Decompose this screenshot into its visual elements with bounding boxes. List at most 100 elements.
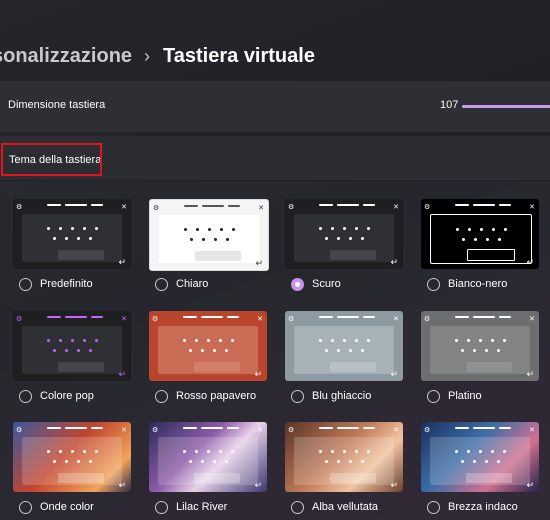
gear-icon: ⚙ [288, 316, 295, 323]
preview-key-dot [82, 450, 86, 453]
preview-spacebar [466, 473, 512, 483]
preview-key-dot [354, 450, 358, 453]
preview-key-dot [336, 460, 340, 463]
theme-option[interactable]: Scuro [291, 275, 341, 293]
gear-icon: ⚙ [424, 427, 431, 434]
close-icon: ✕ [257, 316, 263, 323]
preview-bar-segment [319, 204, 333, 206]
theme-name: Onde color [40, 501, 94, 513]
preview-key-dot [64, 349, 68, 352]
theme-preview-onde-color[interactable]: ⚙ ✕ ↵ [13, 422, 131, 492]
preview-key-dot [46, 227, 50, 230]
enter-icon: ↵ [526, 257, 534, 267]
radio-button[interactable] [291, 389, 304, 403]
preview-bar-segment [202, 205, 224, 207]
theme-name: Brezza indaco [448, 501, 518, 513]
close-icon: ✕ [121, 204, 127, 211]
preview-key-dot [336, 349, 340, 352]
close-icon: ✕ [121, 316, 127, 323]
theme-option[interactable]: Chiaro [155, 275, 208, 293]
preview-key-dot [183, 228, 187, 231]
radio-button[interactable] [155, 389, 168, 403]
preview-spacebar [58, 250, 104, 260]
preview-key-dot [497, 238, 501, 241]
radio-button[interactable] [155, 277, 168, 291]
preview-bar-segment [499, 427, 511, 429]
enter-icon: ↵ [526, 369, 534, 379]
preview-key-dot [182, 339, 186, 342]
preview-key-dot [478, 450, 482, 453]
preview-key-dot [496, 460, 500, 463]
preview-titlebar: ⚙ ✕ [149, 427, 267, 434]
theme-option[interactable]: Brezza indaco [427, 498, 518, 516]
radio-button[interactable] [155, 500, 168, 514]
theme-name: Blu ghiaccio [312, 390, 372, 402]
theme-option[interactable]: Rosso papavero [155, 387, 256, 405]
theme-option[interactable]: Onde color [19, 498, 94, 516]
preview-key-dot [354, 227, 358, 230]
breadcrumb: sonalizzazione › Tastiera virtuale [0, 40, 315, 72]
theme-preview-predefinito[interactable]: ⚙ ✕ ↵ [13, 199, 131, 269]
preview-key-dot [485, 238, 489, 241]
breadcrumb-parent[interactable]: sonalizzazione [0, 45, 132, 68]
preview-keypad [294, 214, 394, 262]
theme-name: Lilac River [176, 501, 228, 513]
theme-preview-blu-ghiaccio[interactable]: ⚙ ✕ ↵ [285, 311, 403, 381]
theme-option[interactable]: Blu ghiaccio [291, 387, 371, 405]
preview-key-dot [342, 227, 346, 230]
theme-preview-rosso-papavero[interactable]: ⚙ ✕ ↵ [149, 311, 267, 381]
theme-preview-bianco-nero[interactable]: ⚙ ✕ ↵ [421, 199, 539, 269]
preview-bar-segment [47, 427, 61, 429]
theme-preview-platino[interactable]: ⚙ ✕ ↵ [421, 311, 539, 381]
theme-option[interactable]: Platino [427, 387, 482, 405]
gear-icon: ⚙ [152, 427, 159, 434]
radio-button[interactable] [427, 500, 440, 514]
preview-bar-segment [201, 427, 223, 429]
preview-key-dot [330, 450, 334, 453]
preview-key-dot [76, 237, 80, 240]
theme-preview-lilac-river[interactable]: ⚙ ✕ ↵ [149, 422, 267, 492]
enter-icon: ↵ [118, 257, 126, 267]
theme-option[interactable]: Bianco-nero [427, 275, 507, 293]
close-icon: ✕ [393, 427, 399, 434]
preview-key-dot [467, 228, 471, 231]
preview-key-dot [213, 238, 217, 241]
radio-button[interactable] [291, 500, 304, 514]
keyboard-size-slider[interactable] [462, 105, 550, 108]
theme-option[interactable]: Alba vellutata [291, 498, 378, 516]
preview-key-dot [360, 349, 364, 352]
theme-preview-chiaro[interactable]: ⚙ ✕ ↵ [149, 199, 269, 271]
radio-button[interactable] [19, 389, 32, 403]
theme-option[interactable]: Colore pop [19, 387, 94, 405]
radio-button-selected[interactable] [291, 277, 304, 291]
preview-key-dot [484, 349, 488, 352]
theme-option[interactable]: Lilac River [155, 498, 227, 516]
preview-key-dot [503, 228, 507, 231]
preview-key-dot [366, 339, 370, 342]
theme-preview-colore-pop[interactable]: ⚙ ✕ ↵ [13, 311, 131, 381]
enter-icon: ↵ [118, 480, 126, 490]
preview-key-dot [324, 237, 328, 240]
preview-key-dot [182, 450, 186, 453]
theme-preview-brezza-indaco[interactable]: ⚙ ✕ ↵ [421, 422, 539, 492]
preview-keypad [22, 326, 122, 374]
theme-preview-alba-vellutata[interactable]: ⚙ ✕ ↵ [285, 422, 403, 492]
page-title: Tastiera virtuale [163, 44, 315, 67]
close-icon: ✕ [393, 204, 399, 211]
preview-key-dot [231, 228, 235, 231]
keyboard-size-label: Dimensione tastiera [8, 99, 106, 111]
keyboard-size-row: Dimensione tastiera 107 [0, 81, 550, 132]
radio-button[interactable] [427, 277, 440, 291]
preview-key-dot [454, 339, 458, 342]
close-icon: ✕ [393, 316, 399, 323]
radio-button[interactable] [19, 277, 32, 291]
theme-preview-scuro[interactable]: ⚙ ✕ ↵ [285, 199, 403, 269]
theme-name: Platino [448, 390, 482, 402]
radio-button[interactable] [19, 500, 32, 514]
radio-button[interactable] [427, 389, 440, 403]
preview-bar-segment [47, 204, 61, 206]
theme-option[interactable]: Predefinito [19, 275, 93, 293]
gear-icon: ⚙ [424, 204, 431, 211]
preview-key-dot [82, 339, 86, 342]
preview-keypad [430, 214, 532, 264]
